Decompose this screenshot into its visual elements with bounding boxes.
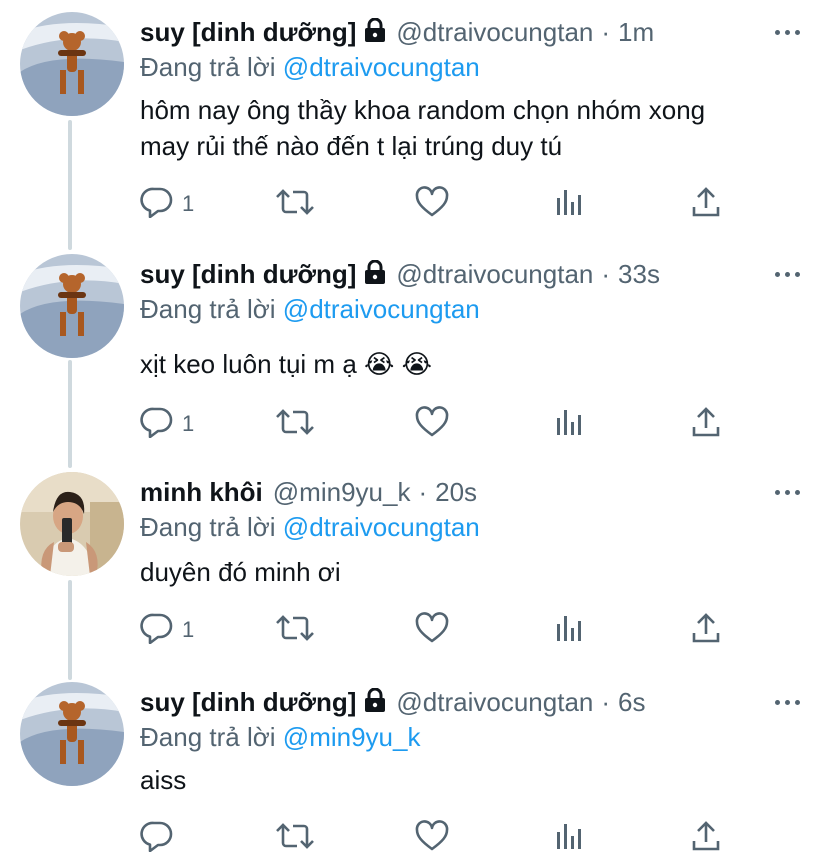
share-button[interactable] — [690, 610, 722, 650]
thread-line — [68, 120, 72, 250]
display-name[interactable]: suy [dinh dưỡng] — [140, 687, 356, 718]
reply-button[interactable]: 1 — [140, 184, 194, 224]
like-icon — [415, 405, 449, 443]
tweet-text: hôm nay ông thầy khoa random chọn nhóm x… — [140, 92, 705, 164]
timestamp[interactable]: 33s — [618, 259, 660, 290]
share-icon — [690, 186, 722, 223]
analytics-icon — [554, 186, 586, 223]
action-bar: 1 — [140, 184, 740, 224]
reply-count: 1 — [182, 411, 195, 436]
thread-line — [68, 580, 72, 680]
reply-icon — [140, 406, 174, 443]
replying-prefix: Đang trả lời — [140, 294, 276, 324]
retweet-icon — [276, 186, 314, 223]
replying-to: Đang trả lời @dtraivocungtan — [140, 512, 480, 543]
timestamp[interactable]: 20s — [435, 477, 477, 508]
share-button[interactable] — [690, 818, 722, 858]
share-button[interactable] — [690, 404, 722, 444]
like-button[interactable] — [415, 184, 449, 224]
action-bar: 1 — [140, 404, 740, 444]
more-icon[interactable] — [775, 272, 800, 277]
lock-icon — [364, 17, 386, 47]
display-name[interactable]: suy [dinh dưỡng] — [140, 259, 356, 290]
share-icon — [690, 406, 722, 443]
tweet-text: aiss — [140, 762, 186, 798]
analytics-icon — [554, 406, 586, 443]
tweet-text-line: hôm nay ông thầy khoa random chọn nhóm x… — [140, 95, 706, 125]
more-icon[interactable] — [775, 490, 800, 495]
replying-prefix: Đang trả lời — [140, 52, 276, 82]
tweet-text-line: may rủi thế nào đến t lại trúng duy tú — [140, 131, 563, 161]
lock-icon — [364, 687, 386, 717]
analytics-button[interactable] — [554, 184, 586, 224]
display-name[interactable]: minh khôi — [140, 477, 263, 508]
tweet-text-line: xịt keo luôn tụi m ạ 😭 😭 — [140, 349, 432, 379]
analytics-icon — [554, 612, 586, 649]
replying-to: Đang trả lời @dtraivocungtan — [140, 52, 480, 83]
reply-button[interactable] — [140, 818, 182, 858]
reply-icon — [140, 820, 174, 857]
replying-to: Đang trả lời @dtraivocungtan — [140, 294, 480, 325]
separator: · — [601, 258, 611, 289]
mention-link[interactable]: @min9yu_k — [283, 722, 421, 752]
timestamp[interactable]: 6s — [618, 687, 645, 718]
mention-link[interactable]: @dtraivocungtan — [283, 52, 480, 82]
replying-to: Đang trả lời @min9yu_k — [140, 722, 420, 753]
action-bar: 1 — [140, 610, 740, 650]
separator: · — [601, 686, 611, 717]
display-name[interactable]: suy [dinh dưỡng] — [140, 17, 356, 48]
reply-button[interactable]: 1 — [140, 404, 194, 444]
user-handle[interactable]: @dtraivocungtan — [396, 259, 593, 290]
avatar[interactable] — [20, 254, 124, 358]
reply-icon — [140, 186, 174, 223]
thread-line — [68, 360, 72, 468]
timestamp[interactable]: 1m — [618, 17, 654, 48]
retweet-icon — [276, 612, 314, 649]
more-icon[interactable] — [775, 30, 800, 35]
share-button[interactable] — [690, 184, 722, 224]
share-icon — [690, 820, 722, 857]
user-handle[interactable]: @min9yu_k — [273, 477, 411, 508]
tweet-text: xịt keo luôn tụi m ạ 😭 😭 — [140, 346, 432, 382]
user-handle[interactable]: @dtraivocungtan — [396, 17, 593, 48]
more-icon[interactable] — [775, 700, 800, 705]
like-button[interactable] — [415, 404, 449, 444]
retweet-button[interactable] — [276, 404, 314, 444]
reply-icon — [140, 612, 174, 649]
retweet-icon — [276, 820, 314, 857]
user-handle[interactable]: @dtraivocungtan — [396, 687, 593, 718]
analytics-button[interactable] — [554, 610, 586, 650]
avatar[interactable] — [20, 12, 124, 116]
tweet-text: duyên đó minh ơi — [140, 554, 341, 590]
action-bar — [140, 818, 740, 858]
tweet-text-line: aiss — [140, 765, 187, 795]
like-icon — [415, 185, 449, 223]
like-icon — [415, 611, 449, 649]
replying-prefix: Đang trả lời — [140, 512, 276, 542]
mention-link[interactable]: @dtraivocungtan — [283, 294, 480, 324]
like-button[interactable] — [415, 818, 449, 858]
mention-link[interactable]: @dtraivocungtan — [283, 512, 480, 542]
replying-prefix: Đang trả lời — [140, 722, 276, 752]
like-icon — [415, 819, 449, 857]
analytics-button[interactable] — [554, 404, 586, 444]
analytics-icon — [554, 820, 586, 857]
avatar[interactable] — [20, 682, 124, 786]
avatar[interactable] — [20, 472, 124, 576]
separator: · — [601, 16, 611, 47]
retweet-button[interactable] — [276, 184, 314, 224]
reply-count: 1 — [182, 617, 195, 642]
tweet-text-line: duyên đó minh ơi — [140, 557, 341, 587]
separator: · — [418, 476, 428, 507]
share-icon — [690, 612, 722, 649]
lock-icon — [364, 259, 386, 289]
retweet-button[interactable] — [276, 818, 314, 858]
analytics-button[interactable] — [554, 818, 586, 858]
like-button[interactable] — [415, 610, 449, 650]
reply-button[interactable]: 1 — [140, 610, 194, 650]
retweet-button[interactable] — [276, 610, 314, 650]
retweet-icon — [276, 406, 314, 443]
reply-count: 1 — [182, 191, 195, 216]
